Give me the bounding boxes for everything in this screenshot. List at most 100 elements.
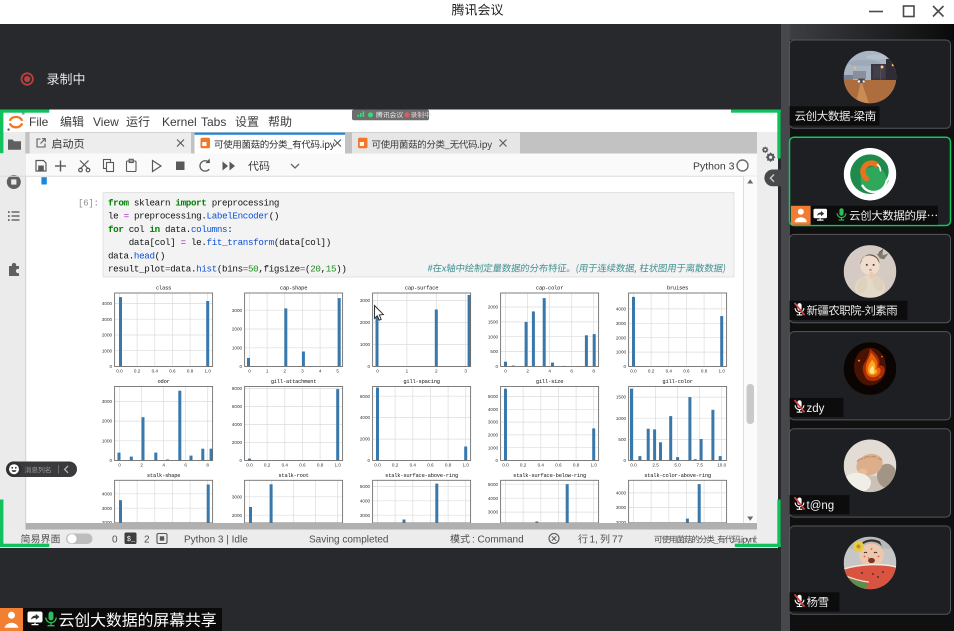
svg-text:4000: 4000 <box>102 491 113 496</box>
svg-text:5000: 5000 <box>360 484 371 489</box>
svg-text:bruises: bruises <box>667 286 688 292</box>
svg-text:4000: 4000 <box>616 307 627 312</box>
svg-text:8000: 8000 <box>232 386 243 391</box>
svg-text:0.0: 0.0 <box>116 368 123 373</box>
svg-text:stalk-color-above-ring: stalk-color-above-ring <box>644 473 711 479</box>
svg-text:8: 8 <box>592 368 595 373</box>
svg-text:result_plot=data.hist(bins=50,: result_plot=data.hist(bins=50,figsize=(2… <box>108 264 347 275</box>
svg-text:4000: 4000 <box>360 498 371 503</box>
svg-text:gill-color: gill-color <box>662 379 692 385</box>
svg-text:1000: 1000 <box>102 438 113 443</box>
svg-text:Saving completed: Saving completed <box>309 535 389 546</box>
svg-text:1500: 1500 <box>488 320 499 325</box>
svg-text:1000: 1000 <box>616 416 627 421</box>
svg-text:2000: 2000 <box>232 513 243 518</box>
svg-text:2: 2 <box>526 368 529 373</box>
svg-text:View: View <box>93 115 119 129</box>
svg-text:6: 6 <box>570 368 573 373</box>
svg-text:gill-attachment: gill-attachment <box>271 379 317 385</box>
svg-text:3000: 3000 <box>616 505 627 510</box>
svg-text:0: 0 <box>110 458 113 463</box>
svg-text:10.0: 10.0 <box>717 462 726 467</box>
svg-text:2000: 2000 <box>102 419 113 424</box>
svg-text:0: 0 <box>496 458 499 463</box>
svg-text:stalk-surface-below-ring: stalk-surface-below-ring <box>513 473 586 479</box>
svg-text:0: 0 <box>368 458 371 463</box>
svg-text:1000: 1000 <box>232 345 243 350</box>
svg-text:3: 3 <box>301 368 304 373</box>
svg-text:2000: 2000 <box>616 335 627 340</box>
svg-text:2000: 2000 <box>102 333 113 338</box>
svg-text:5.0: 5.0 <box>674 462 681 467</box>
svg-text:1000: 1000 <box>616 350 627 355</box>
svg-text:0.8: 0.8 <box>445 462 452 467</box>
svg-text:4: 4 <box>162 462 165 467</box>
svg-text:0: 0 <box>496 364 499 369</box>
svg-text:3000: 3000 <box>360 513 371 518</box>
svg-text:1.0: 1.0 <box>205 368 212 373</box>
svg-text:cap-color: cap-color <box>536 286 563 292</box>
svg-text:for col in data.columns:: for col in data.columns: <box>108 224 232 235</box>
svg-text:0: 0 <box>248 368 251 373</box>
svg-text:Kernel: Kernel <box>162 115 197 129</box>
svg-text:2000: 2000 <box>232 440 243 445</box>
svg-text:5000: 5000 <box>488 394 499 399</box>
svg-text:6000: 6000 <box>360 394 371 399</box>
svg-text:2000: 2000 <box>360 437 371 442</box>
svg-text:0.2: 0.2 <box>520 462 527 467</box>
svg-text:3000: 3000 <box>616 321 627 326</box>
svg-text:0.2: 0.2 <box>264 462 271 467</box>
svg-text:0: 0 <box>624 364 627 369</box>
svg-text:1.0: 1.0 <box>591 462 598 467</box>
svg-text:0: 0 <box>368 364 371 369</box>
svg-text:0: 0 <box>112 535 118 546</box>
svg-text:3000: 3000 <box>102 506 113 511</box>
svg-text:2000: 2000 <box>232 327 243 332</box>
svg-text:3000: 3000 <box>360 298 371 303</box>
svg-text:2000: 2000 <box>488 433 499 438</box>
svg-text:0.6: 0.6 <box>427 462 434 467</box>
svg-text:5: 5 <box>336 368 339 373</box>
svg-text:4000: 4000 <box>360 415 371 420</box>
svg-text:0.0: 0.0 <box>502 462 509 467</box>
svg-text:0.8: 0.8 <box>701 368 708 373</box>
svg-text:0: 0 <box>118 462 121 467</box>
svg-text:data[col] = le.fit_transform(d: data[col] = le.fit_transform(data[col]) <box>108 237 331 248</box>
svg-text:1.0: 1.0 <box>719 368 726 373</box>
svg-text:gill-spacing: gill-spacing <box>403 379 439 385</box>
svg-text:$_: $_ <box>127 536 136 544</box>
svg-text:4000: 4000 <box>232 422 243 427</box>
svg-text:0.6: 0.6 <box>169 368 176 373</box>
svg-text:1000: 1000 <box>488 334 499 339</box>
svg-text:[6]:: [6]: <box>78 198 99 209</box>
svg-text:2: 2 <box>435 368 438 373</box>
svg-text:1.0: 1.0 <box>463 462 470 467</box>
svg-text:0.2: 0.2 <box>134 368 141 373</box>
svg-text:from sklearn import preprocess: from sklearn import preprocessing <box>108 198 279 209</box>
svg-text:500: 500 <box>490 349 498 354</box>
svg-text:class: class <box>156 286 171 292</box>
svg-text:1,: 1, <box>590 535 598 546</box>
svg-text:cap-surface: cap-surface <box>405 286 438 292</box>
svg-text:500: 500 <box>618 437 626 442</box>
svg-text:4: 4 <box>319 368 322 373</box>
svg-text:2000: 2000 <box>360 320 371 325</box>
svg-text:3000: 3000 <box>232 308 243 313</box>
svg-text:5000: 5000 <box>488 482 499 487</box>
svg-text:0: 0 <box>110 364 113 369</box>
svg-text:2000: 2000 <box>488 305 499 310</box>
svg-text:4000: 4000 <box>616 491 627 496</box>
svg-text:stalk-root: stalk-root <box>278 473 308 479</box>
svg-text:0.0: 0.0 <box>246 462 253 467</box>
svg-text:stalk-surface-above-ring: stalk-surface-above-ring <box>385 473 458 479</box>
svg-text:le = preprocessing.LabelEncode: le = preprocessing.LabelEncoder() <box>108 211 279 222</box>
svg-text:0.4: 0.4 <box>282 462 289 467</box>
svg-text:7.5: 7.5 <box>697 462 704 467</box>
svg-text:File: File <box>29 115 49 129</box>
svg-text:0.4: 0.4 <box>538 462 545 467</box>
svg-text:0.6: 0.6 <box>555 462 562 467</box>
svg-text:4: 4 <box>548 368 551 373</box>
svg-text:6000: 6000 <box>232 404 243 409</box>
svg-text:3000: 3000 <box>488 420 499 425</box>
svg-text:4000: 4000 <box>488 407 499 412</box>
